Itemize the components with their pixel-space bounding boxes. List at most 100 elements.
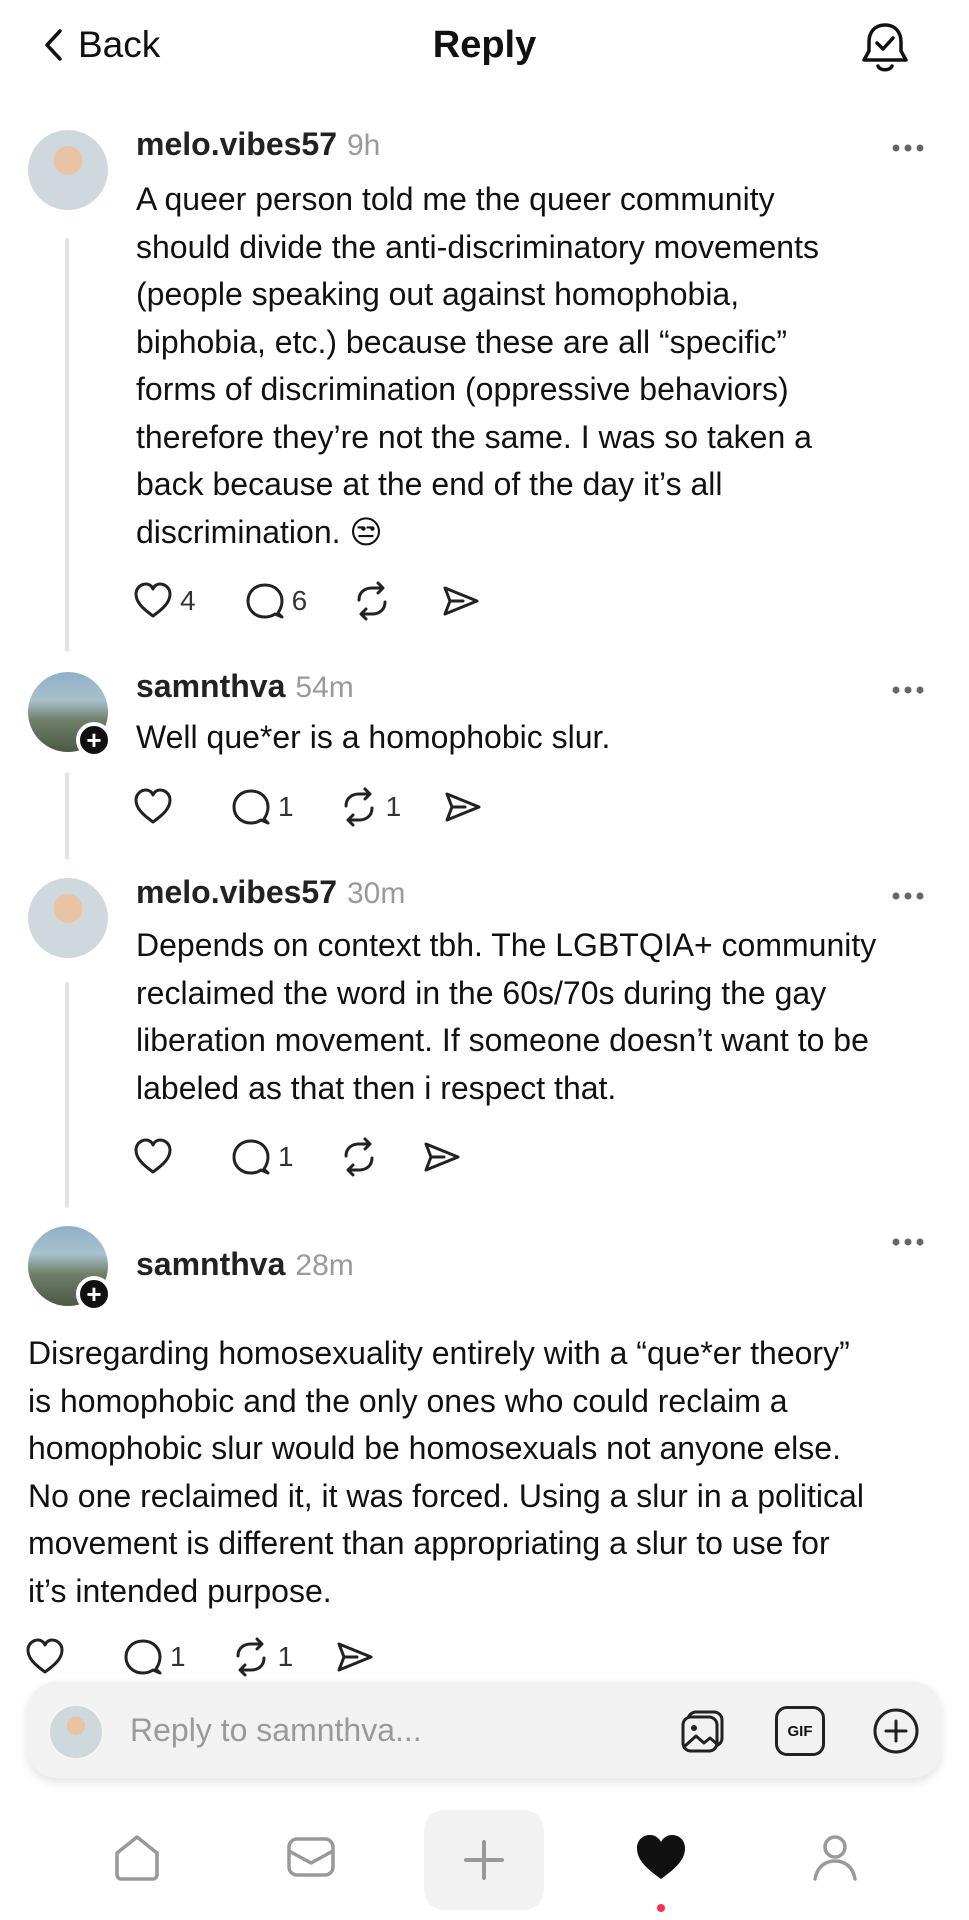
post-line: discrimination. 😒 — [136, 513, 383, 550]
reply-input[interactable]: Reply to samnthva... — [130, 1712, 422, 1749]
bell-check-icon[interactable] — [859, 20, 911, 74]
like-button[interactable] — [132, 786, 174, 828]
repost-button[interactable] — [351, 580, 399, 622]
gif-label: GIF — [787, 1722, 813, 1740]
repost-button[interactable]: 1 — [338, 786, 402, 828]
post-time: 28m — [295, 1249, 354, 1282]
post-line: is homophobic and the only ones who coul… — [28, 1382, 788, 1419]
gif-icon[interactable]: GIF — [775, 1706, 825, 1756]
post-line: labeled as that then i respect that. — [136, 1069, 617, 1106]
share-button[interactable] — [420, 1136, 462, 1178]
send-icon — [443, 586, 479, 616]
reply-button[interactable]: 1 — [230, 1136, 294, 1178]
add-circle-icon[interactable] — [871, 1706, 921, 1756]
send-icon — [337, 1642, 373, 1672]
like-count: 4 — [180, 585, 196, 616]
post-line: (people speaking out against homophobia, — [136, 276, 740, 312]
post-header: samnthva 54m — [136, 668, 354, 705]
profile-icon — [813, 1835, 857, 1881]
post-header: melo.vibes57 9h — [136, 126, 380, 163]
reply-button[interactable]: 6 — [244, 580, 308, 622]
heart-icon — [134, 788, 172, 824]
post-actions: 1 1 — [24, 1636, 375, 1678]
follow-plus-icon[interactable]: + — [76, 722, 112, 758]
post-line: Disregarding homosexuality entirely with… — [28, 1335, 850, 1371]
share-button[interactable] — [439, 580, 481, 622]
send-icon — [445, 792, 481, 822]
avatar[interactable] — [28, 878, 108, 958]
more-options-icon[interactable] — [891, 1236, 925, 1248]
home-icon — [115, 1835, 159, 1881]
post-header: samnthva 28m — [136, 1246, 354, 1283]
reply-button[interactable]: 1 — [230, 786, 294, 828]
post-line: homophobic slur would be homosexuals not… — [28, 1430, 841, 1466]
reply-composer[interactable]: Reply to samnthva... GIF — [28, 1682, 941, 1778]
post-line: Well que*er is a homophobic slur. — [136, 719, 611, 755]
post-line: back because at the end of the day it’s … — [136, 466, 723, 502]
post-actions: 1 — [132, 1136, 462, 1178]
nav-inbox[interactable] — [266, 1812, 356, 1902]
comment-icon — [246, 583, 284, 619]
more-options-icon[interactable] — [891, 890, 925, 902]
post-text: A queer person told me the queer communi… — [136, 176, 819, 556]
like-button[interactable]: 4 — [132, 580, 196, 622]
post-line: No one reclaimed it, it was forced. Usin… — [28, 1477, 864, 1514]
comment-icon — [124, 1639, 162, 1675]
reply-count: 1 — [278, 1141, 294, 1172]
repost-icon — [344, 1137, 374, 1177]
thread-line — [65, 982, 69, 1208]
nav-home[interactable] — [92, 1812, 182, 1902]
post-line: should divide the anti-discriminatory mo… — [136, 228, 819, 265]
reply-count: 1 — [170, 1641, 186, 1672]
repost-icon — [236, 1637, 266, 1677]
post-actions: 4 6 — [132, 580, 481, 622]
nav-activity[interactable] — [616, 1812, 706, 1902]
heart-icon — [134, 1138, 172, 1174]
repost-button[interactable]: 1 — [230, 1636, 294, 1678]
bottom-nav — [0, 1800, 969, 1920]
post-time: 54m — [295, 671, 354, 704]
repost-button[interactable] — [338, 1136, 380, 1178]
post-line: forms of discrimination (oppressive beha… — [136, 371, 789, 407]
activity-heart-icon — [637, 1835, 685, 1879]
more-options-icon[interactable] — [891, 142, 925, 154]
heart-icon — [26, 1638, 64, 1674]
like-button[interactable] — [132, 1136, 174, 1178]
avatar — [50, 1706, 102, 1758]
repost-icon — [357, 581, 387, 621]
thread-line — [65, 772, 69, 860]
username[interactable]: samnthva — [136, 668, 285, 705]
username[interactable]: melo.vibes57 — [136, 874, 337, 911]
avatar[interactable] — [28, 130, 108, 210]
repost-count: 1 — [277, 1641, 294, 1672]
username[interactable]: melo.vibes57 — [136, 126, 337, 163]
post-text: Disregarding homosexuality entirely with… — [28, 1330, 864, 1615]
comment-icon — [232, 1139, 270, 1175]
post-line: Depends on context tbh. The LGBTQIA+ com… — [136, 927, 877, 963]
post-line: biphobia, etc.) because these are all “s… — [136, 323, 788, 360]
like-button[interactable] — [24, 1636, 66, 1678]
username[interactable]: samnthva — [136, 1246, 285, 1283]
share-button[interactable] — [441, 786, 483, 828]
thread-reply-screen: Back Reply melo.vibes57 9h A queer perso… — [0, 0, 969, 1920]
repost-count: 1 — [385, 791, 402, 822]
heart-icon — [134, 582, 172, 618]
nav-compose[interactable] — [424, 1810, 544, 1910]
post-header: melo.vibes57 30m — [136, 874, 405, 911]
more-options-icon[interactable] — [891, 684, 925, 696]
send-icon — [424, 1142, 460, 1172]
page-title: Reply — [432, 24, 537, 66]
post-line: reclaimed the word in the 60s/70s during… — [136, 974, 827, 1011]
reply-count: 6 — [291, 585, 308, 616]
image-gallery-icon[interactable] — [678, 1706, 728, 1756]
inbox-icon — [287, 1837, 335, 1877]
share-button[interactable] — [333, 1636, 375, 1678]
follow-plus-icon[interactable]: + — [76, 1276, 112, 1312]
post-text: Well que*er is a homophobic slur. — [136, 714, 610, 762]
reply-button[interactable]: 1 — [122, 1636, 186, 1678]
comment-icon — [232, 789, 270, 825]
notification-dot — [657, 1904, 665, 1912]
post-line: it’s intended purpose. — [28, 1572, 332, 1609]
thread-line — [65, 238, 69, 652]
nav-profile[interactable] — [790, 1812, 880, 1902]
